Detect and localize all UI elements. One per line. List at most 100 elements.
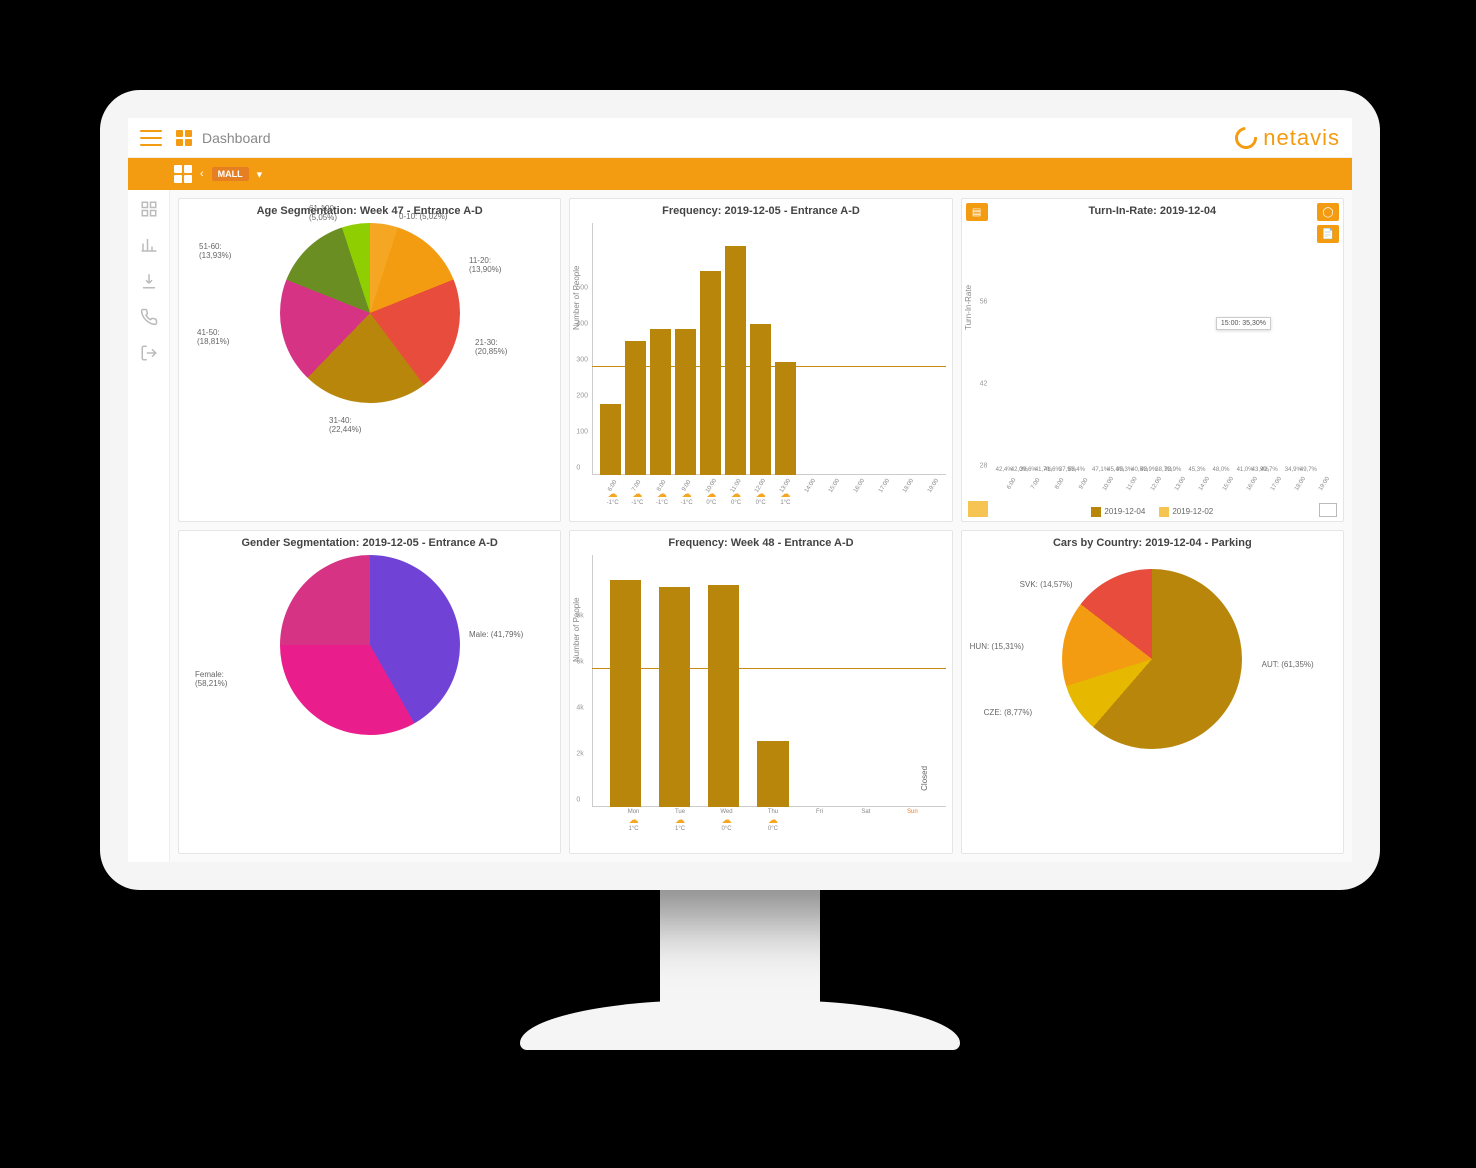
dashboard-grid: Age Segmentation: Week 47 - Entrance A-D…	[170, 190, 1352, 862]
x-tick: Fri	[796, 809, 842, 853]
x-tick: 11:00☁0°C	[724, 477, 749, 521]
panel-cars-by-country: Cars by Country: 2019-12-04 - Parking AU…	[961, 530, 1344, 854]
brand: netavis	[1235, 125, 1340, 151]
filter-strip: ‹ MALL ▾	[128, 158, 1352, 190]
panel-title: Gender Segmentation: 2019-12-05 - Entran…	[187, 537, 552, 549]
x-tick: Sun	[889, 809, 935, 853]
x-tick: 14:00	[1192, 475, 1216, 501]
y-tick: 56	[980, 299, 988, 306]
x-tick: 19:00	[1313, 475, 1337, 501]
y-axis	[592, 223, 593, 475]
panel-frequency-week: Frequency: Week 48 - Entrance A-D Number…	[569, 530, 952, 854]
pie-label: 11-20: (13,90%)	[469, 257, 501, 275]
x-tick: Thu☁0°C	[750, 809, 796, 853]
y-axis	[592, 555, 593, 807]
pie-label: AUT: (61,35%)	[1262, 661, 1314, 670]
chart-slider[interactable]	[968, 501, 988, 517]
pie-label: 21-30: (20,85%)	[475, 339, 507, 357]
fullscreen-icon[interactable]	[1319, 503, 1337, 517]
pie-label: CZE: (8,77%)	[984, 709, 1032, 718]
legend-item[interactable]: 2019-12-02	[1159, 507, 1213, 517]
pie-label: HUN: (15,31%)	[970, 643, 1024, 652]
brand-name: netavis	[1263, 125, 1340, 151]
y-tick: 4k	[576, 705, 583, 712]
panel-title: Cars by Country: 2019-12-04 - Parking	[970, 537, 1335, 549]
x-tick: 8:00	[1048, 475, 1072, 501]
expand-button[interactable]: ◯	[1317, 203, 1339, 221]
panel-age-segmentation: Age Segmentation: Week 47 - Entrance A-D…	[178, 198, 561, 522]
panel-gender-segmentation: Gender Segmentation: 2019-12-05 - Entran…	[178, 530, 561, 854]
panel-title: Turn-In-Rate: 2019-12-04	[970, 205, 1335, 217]
download-nav-icon[interactable]	[140, 272, 158, 290]
mall-pill[interactable]: MALL	[212, 167, 249, 181]
x-tick: 13:00	[1168, 475, 1192, 501]
bar	[708, 585, 739, 807]
chart-type-button[interactable]: ▤	[966, 203, 988, 221]
x-tick: 14:00	[798, 477, 823, 521]
pie-gender	[280, 555, 460, 735]
closed-label: Closed	[921, 766, 930, 791]
monitor-stand-neck	[660, 880, 820, 1020]
x-tick: 10:00	[1096, 475, 1120, 501]
x-tick: 18:00	[896, 477, 921, 521]
x-tick: Mon☁1°C	[610, 809, 656, 853]
x-tick: 11:00	[1120, 475, 1144, 501]
panel-title: Frequency: Week 48 - Entrance A-D	[578, 537, 943, 549]
y-tick: 6k	[576, 659, 583, 666]
bar	[659, 587, 690, 808]
bar	[610, 580, 641, 807]
y-tick: 42	[980, 381, 988, 388]
pie-label: 41-50: (18,81%)	[197, 329, 229, 347]
y-tick: 0	[576, 465, 580, 472]
menu-icon[interactable]	[140, 130, 162, 146]
x-tick: 10:00☁0°C	[699, 477, 724, 521]
x-tick: 13:00☁1°C	[773, 477, 798, 521]
x-ticks: 6:007:008:009:0010:0011:0012:0013:0014:0…	[1000, 475, 1337, 501]
x-tick: 12:00☁0°C	[748, 477, 773, 521]
pie-label: 61-100: (5,05%)	[309, 205, 337, 223]
layout-icon[interactable]	[174, 165, 192, 183]
logout-nav-icon[interactable]	[140, 344, 158, 362]
topbar: Dashboard netavis	[128, 118, 1352, 158]
panel-title: Frequency: 2019-12-05 - Entrance A-D	[578, 205, 943, 217]
chevron-down-icon[interactable]: ▾	[257, 168, 263, 181]
pie-cars	[1062, 569, 1242, 749]
x-tick: 15:00	[1217, 475, 1241, 501]
phone-nav-icon[interactable]	[140, 308, 158, 326]
page-title: Dashboard	[202, 130, 271, 146]
x-tick: Tue☁1°C	[657, 809, 703, 853]
x-tick: 9:00☁-1°C	[674, 477, 699, 521]
chart-tooltip: 15:00: 35,30%	[1216, 317, 1271, 330]
pie-age	[280, 223, 460, 403]
y-tick: 8k	[576, 613, 583, 620]
bar	[625, 341, 646, 475]
y-tick: 300	[576, 357, 588, 364]
panel-turn-in-rate: ▤ ◯ 📄 Turn-In-Rate: 2019-12-04 Turn-In-R…	[961, 198, 1344, 522]
x-tick: 17:00	[1265, 475, 1289, 501]
bar	[757, 741, 788, 807]
bar	[725, 246, 746, 475]
x-tick: 15:00	[822, 477, 847, 521]
x-ticks: 6:00☁-1°C7:00☁-1°C8:00☁-1°C9:00☁-1°C10:0…	[600, 477, 945, 521]
app-screen: Dashboard netavis ‹ MALL ▾ Age Segment	[128, 118, 1352, 862]
x-tick: 6:00	[1000, 475, 1024, 501]
y-tick: 2k	[576, 751, 583, 758]
x-tick: 12:00	[1144, 475, 1168, 501]
y-tick: 400	[576, 321, 588, 328]
x-tick: Wed☁0°C	[703, 809, 749, 853]
y-tick: 200	[576, 393, 588, 400]
bar-group	[600, 223, 945, 475]
grid-nav-icon[interactable]	[140, 200, 158, 218]
brand-logo-icon	[1231, 122, 1262, 153]
panel-frequency-day: Frequency: 2019-12-05 - Entrance A-D Num…	[569, 198, 952, 522]
y-tick: 100	[576, 429, 588, 436]
pie-label: 0-10: (5,02%)	[399, 213, 447, 222]
stats-nav-icon[interactable]	[140, 236, 158, 254]
legend-item[interactable]: 2019-12-04	[1091, 507, 1145, 517]
bar-group: 42,4%42,0%39,6%41,7%41,6%37,9%53,4%47,1%…	[1000, 229, 1337, 473]
y-axis-label: Number of People	[572, 598, 581, 662]
dashboard-icon[interactable]	[176, 130, 192, 146]
x-tick: 8:00☁-1°C	[650, 477, 675, 521]
monitor-frame: Dashboard netavis ‹ MALL ▾ Age Segment	[100, 90, 1380, 890]
x-tick: 16:00	[847, 477, 872, 521]
